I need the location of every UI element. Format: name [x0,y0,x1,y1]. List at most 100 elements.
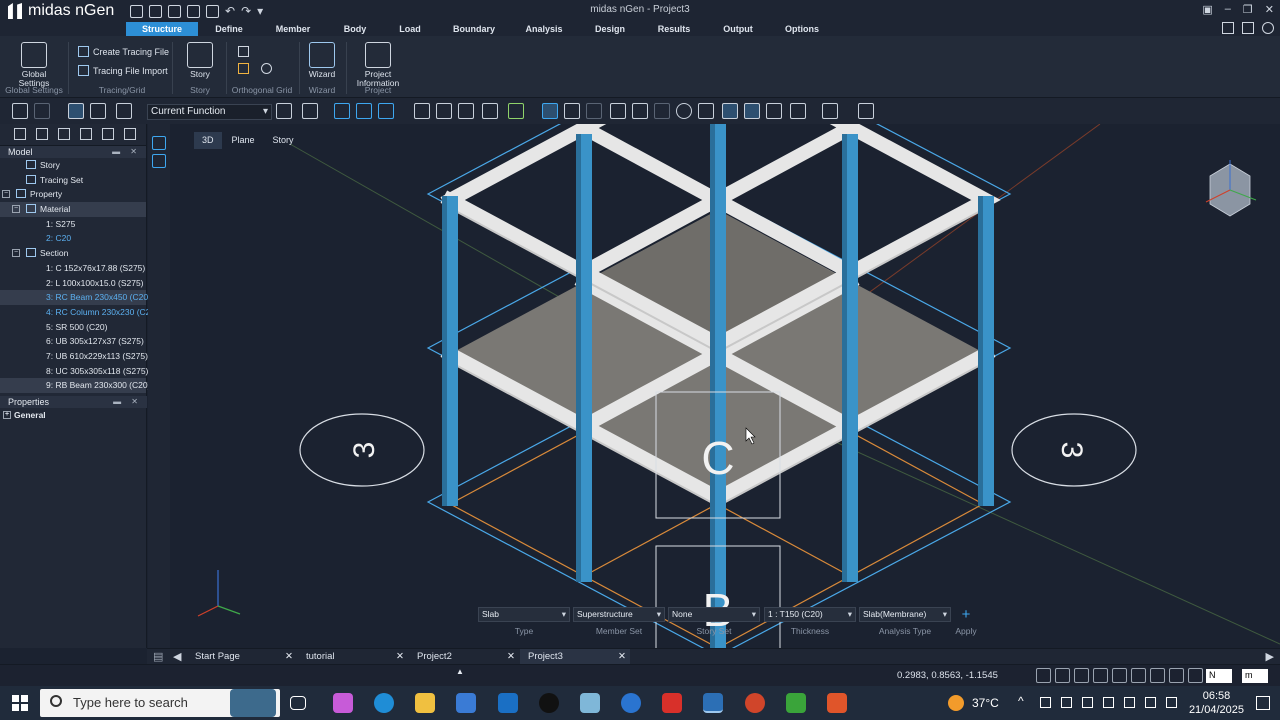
midas-taskbar-icon[interactable] [703,693,723,713]
length-unit-select[interactable]: m [1242,669,1268,683]
apply-plus-icon[interactable]: + [954,607,978,622]
doc-tab-project3[interactable]: Project3 ✕ [520,649,630,665]
store-icon[interactable] [456,693,476,713]
apply-label[interactable]: Apply [954,626,978,636]
snap-node-icon[interactable] [1036,668,1051,683]
tree-item[interactable]: 1: C 152x76x17.88 (S275) [0,261,146,276]
select-box-icon[interactable] [68,103,84,119]
tree-item[interactable]: Story [0,158,146,173]
story-set-select[interactable]: None [668,607,760,622]
thickness-select[interactable]: 1 : T150 (C20) [764,607,856,622]
tab-3d[interactable]: 3D [194,132,222,149]
app-icon[interactable] [621,693,641,713]
tree-item[interactable]: 3: RC Beam 230x450 (C20) [0,290,151,305]
tab-output[interactable]: Output [716,22,760,36]
close-tab-icon[interactable]: ✕ [396,649,404,665]
tab-scroll-right-icon[interactable]: ▶ [1266,650,1274,663]
type-select[interactable]: Slab [478,607,570,622]
select-cursor-icon[interactable] [334,103,350,119]
print-icon[interactable] [206,4,219,18]
doc-tab-tutorial[interactable]: tutorial ✕ [298,649,408,665]
restore-panel-icon[interactable]: ▣ [1202,3,1212,16]
project-information-button[interactable]: Project Information [352,42,404,88]
snap-midpoint-icon[interactable] [1093,668,1108,683]
snap-perp-icon[interactable] [1131,668,1146,683]
help-icon[interactable] [1262,22,1274,34]
tiktok-icon[interactable] [539,693,559,713]
doc-tab-project2[interactable]: Project2 ✕ [409,649,519,665]
filter-icon[interactable] [276,103,292,119]
force-unit-select[interactable]: N [1206,669,1232,683]
snap-disabled-icon[interactable] [586,103,602,119]
layers-icon[interactable] [508,103,524,119]
snap-grid-icon[interactable] [564,103,580,119]
copilot-icon[interactable] [333,693,353,713]
panel-controls[interactable]: ▬ ✕ [113,396,142,408]
weather-icon[interactable] [948,695,964,711]
pin-tool-icon[interactable] [152,136,166,150]
tab-scroll-left-icon[interactable]: ◀ [173,650,181,663]
tab-story[interactable]: Story [265,132,302,149]
close-tab-icon[interactable]: ✕ [285,649,293,665]
tabs-menu-icon[interactable]: ▤ [153,650,163,663]
snap-intersection-icon[interactable] [1112,668,1127,683]
create-tracing-file-button[interactable]: Create Tracing File [78,46,169,57]
maximize-icon[interactable]: ❐ [1243,3,1253,16]
view-cube-icon[interactable] [822,103,838,119]
select-polygon-icon[interactable] [116,103,132,119]
select-cross-icon[interactable] [356,103,372,119]
tree-item[interactable]: 2: C20 [0,231,146,246]
shade-icon[interactable] [766,103,782,119]
snap-angle-icon[interactable] [1150,668,1165,683]
battery-icon[interactable] [1124,697,1135,708]
tree-item[interactable]: 1: S275 [0,217,146,232]
tree-item[interactable]: 6: UB 305x127x37 (S275) [0,334,146,349]
app-icon[interactable] [786,693,806,713]
app-icon[interactable] [580,693,600,713]
tree-item[interactable]: 2: L 100x100x15.0 (S275) [0,276,146,291]
properties-group-general[interactable]: + General [0,408,147,423]
temperature[interactable]: 37°C [972,696,999,710]
tray-overflow-icon[interactable]: ^ [1018,694,1024,708]
windows-start-icon[interactable] [12,695,28,711]
tab-define[interactable]: Define [205,22,253,36]
align-icon[interactable] [414,103,430,119]
current-function-select[interactable]: Current Function [147,104,272,120]
lock-icon[interactable] [12,103,28,119]
pen-icon[interactable] [1103,697,1114,708]
tab-design[interactable]: Design [588,22,632,36]
iso-view-icon[interactable] [790,103,806,119]
model-viewport[interactable]: C B 3 3 3D Plane Story [170,124,1280,648]
snap-grid-icon[interactable] [1055,668,1070,683]
unlock-icon[interactable] [34,103,50,119]
grid-icon[interactable] [238,46,249,57]
file-explorer-icon[interactable] [415,693,435,713]
eraser-icon[interactable] [261,63,272,74]
tab-structure[interactable]: Structure [126,22,198,36]
close-tab-icon[interactable]: ✕ [507,649,515,665]
snap-ortho-icon[interactable] [1169,668,1184,683]
view-cube[interactable] [1205,160,1257,217]
undo-select-icon[interactable] [378,103,394,119]
tracing-file-import-button[interactable]: Tracing File Import [78,65,168,76]
volume-icon[interactable] [1166,697,1177,708]
minimize-icon[interactable]: – [1225,3,1231,16]
undo-icon[interactable]: ↶ [225,4,235,18]
tab-plane[interactable]: Plane [224,132,263,149]
collapse-icon[interactable]: − [12,249,20,258]
tree-tool-icon[interactable] [14,128,26,140]
outlook-icon[interactable] [498,693,518,713]
save-as-icon[interactable] [187,4,200,18]
tree-item[interactable]: Tracing Set [0,173,146,188]
system-clock[interactable]: 06:58 21/04/2025 [1189,689,1244,717]
tree-tool-icon[interactable] [80,128,92,140]
close-icon[interactable]: ✕ [1265,3,1274,16]
doc-tab-start-page[interactable]: Start Page ✕ [187,649,297,665]
view-fit-icon[interactable] [722,103,738,119]
collapse-icon[interactable]: − [2,190,10,199]
tab-results[interactable]: Results [650,22,698,36]
expand-icon[interactable]: + [3,411,11,419]
tray-icon[interactable] [1040,697,1051,708]
story-button[interactable]: Story [182,42,218,79]
customize-qa-icon[interactable]: ▾ [257,4,263,18]
